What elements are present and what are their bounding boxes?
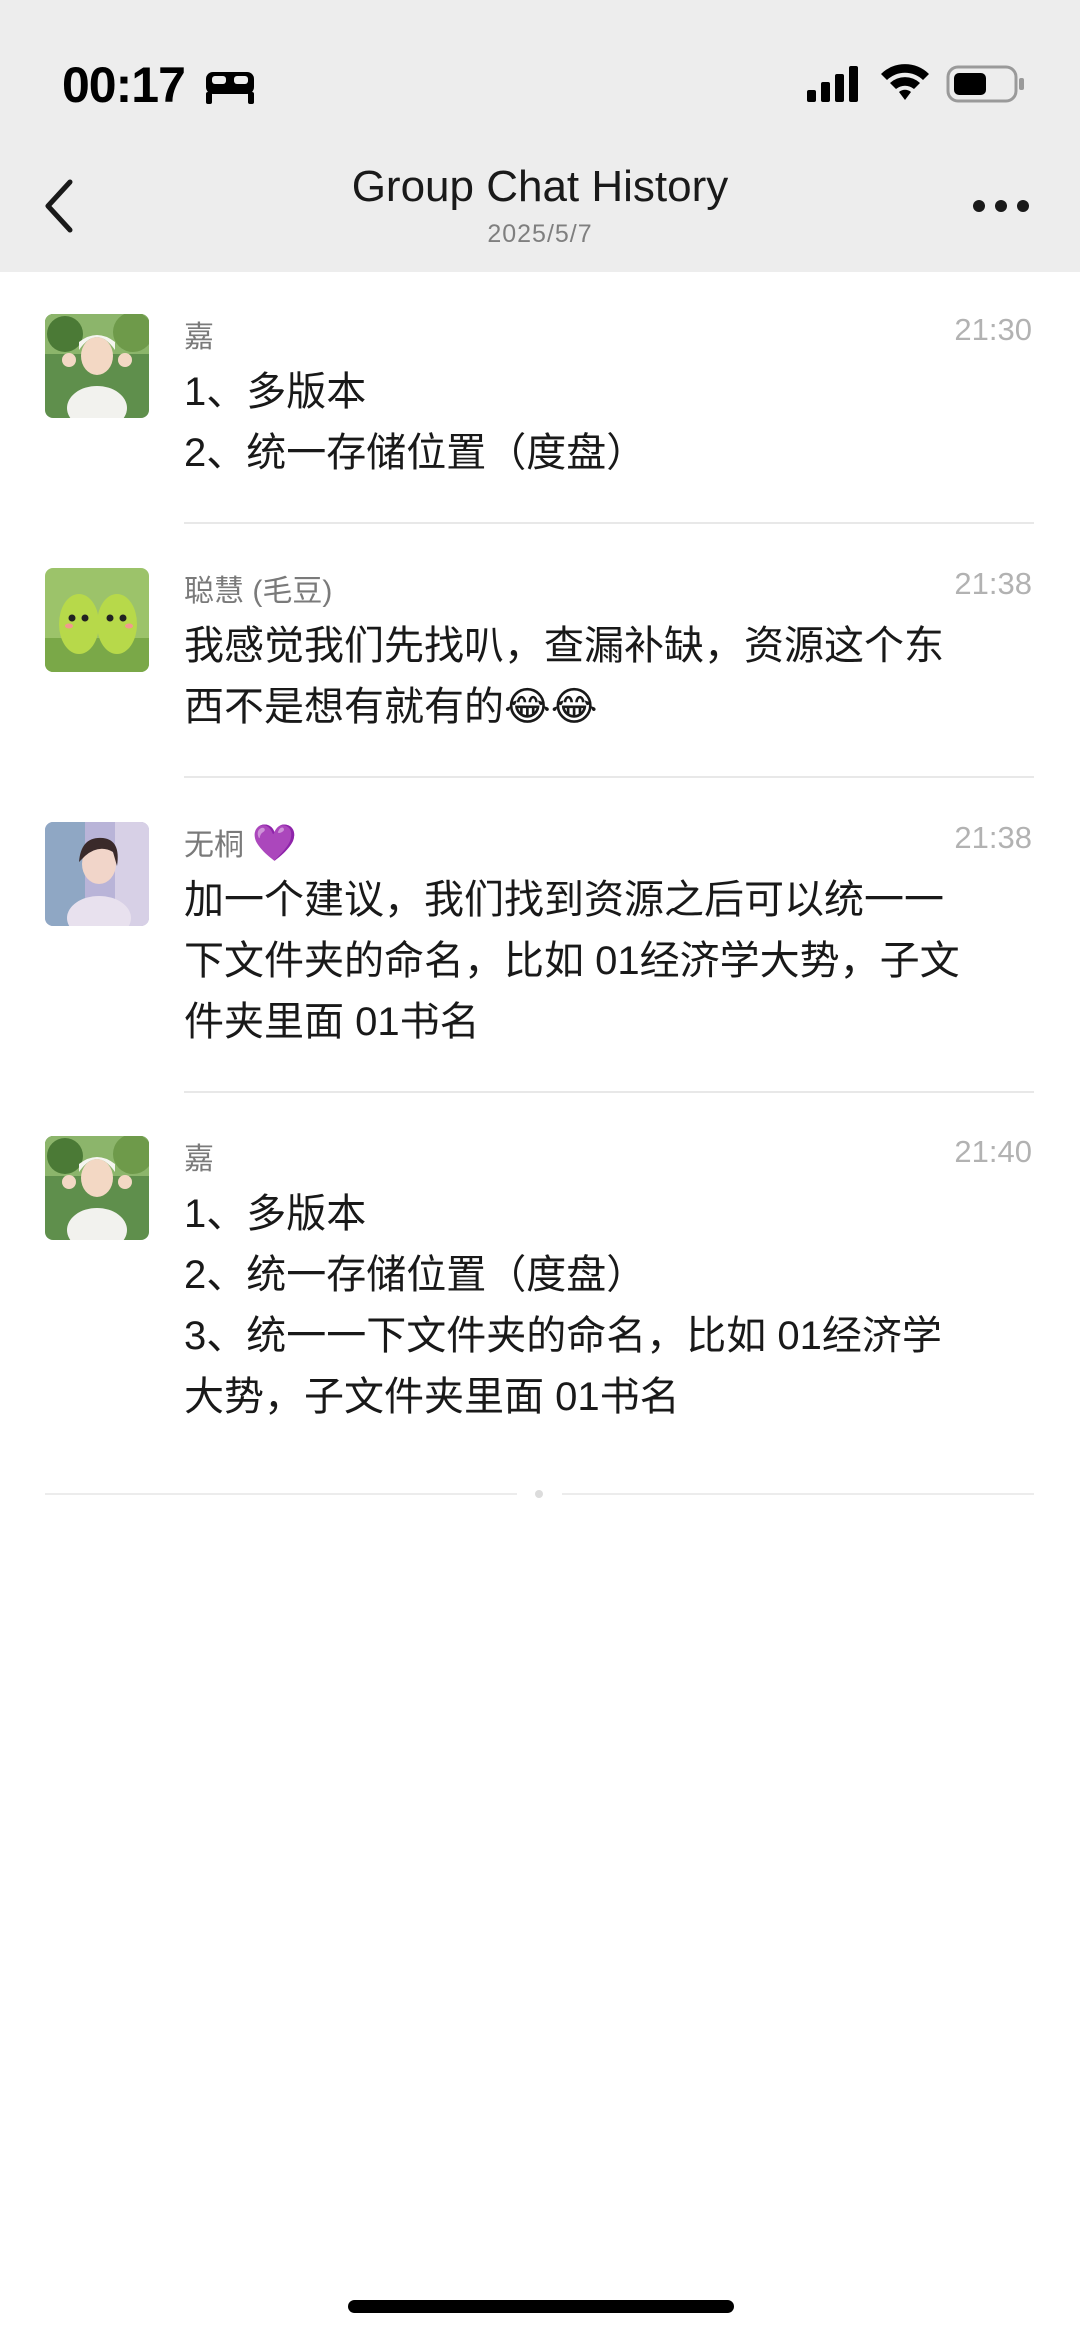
avatar[interactable] (45, 822, 149, 926)
more-options-icon[interactable] (972, 196, 1030, 216)
sender-name: 嘉 (184, 1143, 214, 1176)
message-time: 21:38 (954, 820, 1032, 855)
message-time: 21:40 (954, 1134, 1032, 1169)
sender-name: 聪慧 (毛豆) (184, 575, 333, 608)
sleep-focus-icon (206, 72, 254, 104)
battery-icon (946, 65, 1024, 103)
sender-name: 嘉 (184, 321, 214, 354)
message-time: 21:30 (954, 312, 1032, 347)
page-title: Group Chat History (351, 162, 729, 211)
wifi-icon (881, 64, 929, 100)
top-bar: 00:17 Group Chat History 2025/5/7 (0, 0, 1080, 272)
status-time: 00:17 (62, 57, 186, 113)
message-line: 大势，子文件夹里面 01书名 (184, 1375, 680, 1419)
avatar[interactable] (45, 314, 149, 418)
message-line: 下文件夹的命名，比如 01经济学大势，子文 (184, 939, 960, 983)
message-line: 1、多版本 (184, 1192, 367, 1236)
message-line: 1、多版本 (184, 370, 367, 414)
message-text: 1、多版本 2、统一存储位置（度盘） (184, 362, 1034, 484)
message-line: 3、统一一下文件夹的命名，比如 01经济学 (184, 1314, 942, 1358)
divider (184, 1091, 1034, 1093)
end-divider-left (45, 1493, 517, 1495)
home-indicator[interactable] (348, 2300, 734, 2313)
divider (184, 776, 1034, 778)
message-line: 我感觉我们先找叭，查漏补缺，资源这个东 (184, 624, 944, 668)
message-line: 2、统一存储位置（度盘） (184, 431, 647, 475)
message-text: 1、多版本 2、统一存储位置（度盘） 3、统一一下文件夹的命名，比如 01经济学… (184, 1184, 1034, 1428)
message-line: 件夹里面 01书名 (184, 1000, 480, 1044)
sender-name-text: 无桐 (184, 829, 244, 862)
end-of-history-dot (535, 1490, 543, 1498)
message-time: 21:38 (954, 566, 1032, 601)
purple-heart-emoji: 💜 (252, 822, 298, 863)
message-text: 我感觉我们先找叭，查漏补缺，资源这个东 西不是想有就有的😂😂 (184, 616, 1034, 738)
end-divider-right (562, 1493, 1034, 1495)
divider (184, 522, 1034, 524)
message-line: 西不是想有就有的😂😂 (184, 685, 598, 729)
message-line: 2、统一存储位置（度盘） (184, 1253, 647, 1297)
cellular-signal-icon (807, 66, 858, 102)
message-line: 加一个建议，我们找到资源之后可以统一一 (184, 878, 944, 922)
message-text: 加一个建议，我们找到资源之后可以统一一 下文件夹的命名，比如 01经济学大势，子… (184, 870, 1034, 1053)
avatar[interactable] (45, 1136, 149, 1240)
avatar[interactable] (45, 568, 149, 672)
sender-name: 无桐 💜 (184, 820, 297, 864)
page-subtitle-date: 2025/5/7 (487, 220, 593, 248)
